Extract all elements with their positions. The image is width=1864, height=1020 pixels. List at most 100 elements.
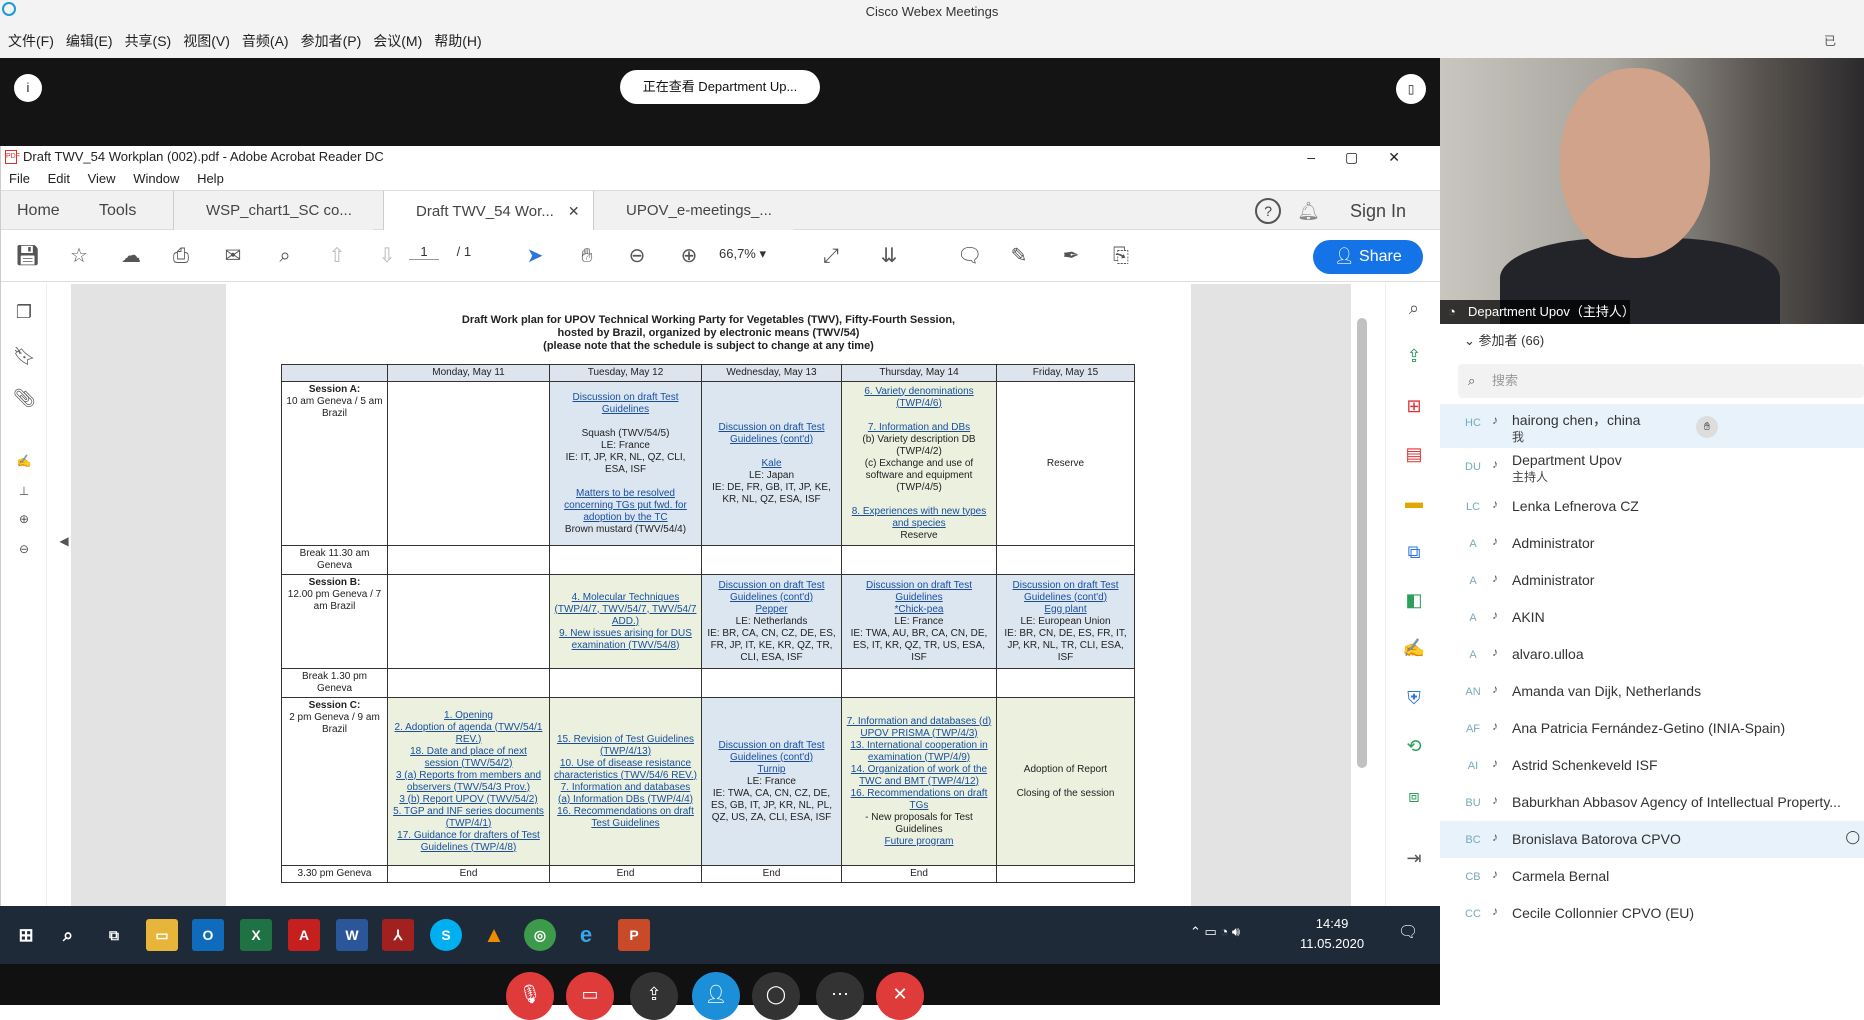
zoom-minus-icon[interactable]: ⊖ — [13, 542, 35, 556]
clock[interactable]: 14:49 11.05.2020 — [1300, 914, 1364, 954]
vlc-icon[interactable]: ▲ — [478, 919, 510, 951]
list-item[interactable]: AF ♪ Ana Patricia Fernández-Getino (INIA-S… — [1440, 710, 1864, 747]
fill-sign-icon[interactable]: ✍ — [1400, 634, 1428, 662]
participants-search[interactable]: ⌕ 搜索 — [1458, 364, 1864, 398]
acrobat-taskbar-icon[interactable]: A — [288, 919, 320, 951]
zoom-search-icon[interactable]: ⌕ — [273, 244, 297, 268]
viewing-indicator[interactable]: 正在查看 Department Up... — [620, 70, 820, 104]
list-item[interactable]: AN ♪ Amanda van Dijk, Netherlands — [1440, 673, 1864, 710]
print-icon[interactable]: ⎙ — [169, 244, 193, 268]
word-icon[interactable]: W — [336, 919, 368, 951]
participants-icon[interactable]: 👤︎ — [692, 972, 740, 1020]
list-item[interactable]: CB ♪ Carmela Bernal — [1440, 858, 1864, 895]
pages-icon[interactable]: ❐ — [13, 302, 35, 323]
page-up-icon[interactable]: ⇧ — [325, 244, 349, 268]
list-item[interactable]: A ♪ alvaro.ulloa — [1440, 636, 1864, 673]
info-icon[interactable]: i — [14, 74, 42, 102]
ie-icon[interactable]: e — [570, 919, 602, 951]
list-item[interactable]: BC ♪ Bronislava Batorova CPVO ◯ — [1440, 821, 1864, 858]
comment-icon[interactable]: 🗨︎ — [957, 244, 982, 268]
acro-menu-file[interactable]: File — [9, 171, 30, 186]
list-item[interactable]: LC ♪ Lenka Lefnerova CZ — [1440, 488, 1864, 525]
upload-icon[interactable]: ☁ — [119, 244, 143, 268]
bookmark-icon[interactable]: 🔖︎ — [13, 346, 36, 367]
create-pdf-icon[interactable]: ⊞ — [1400, 392, 1428, 420]
list-item[interactable]: CC ♪ Cecile Collonnier CPVO (EU) — [1440, 895, 1864, 932]
compress-icon[interactable]: ◧ — [1400, 586, 1428, 614]
tray-icons[interactable]: ⌃ ▭ ◔ 🔊︎ — [1190, 924, 1240, 940]
print-production-icon[interactable]: ⧈ — [1400, 782, 1428, 810]
select-cursor-icon[interactable]: ➤ — [523, 244, 547, 268]
document-viewport[interactable]: Draft Work plan for UPOV Technical Worki… — [71, 284, 1351, 906]
search-icon[interactable]: ⌕ — [52, 919, 84, 951]
bell-icon[interactable]: 🔔︎ — [1297, 201, 1320, 222]
chevron-down-icon[interactable]: ⌄ — [1464, 333, 1479, 348]
list-item[interactable]: DU ♪ Department Upov 主持人 — [1440, 448, 1864, 488]
menu-share[interactable]: 共享(S) — [125, 31, 172, 51]
comment-tool-icon[interactable]: ▬ — [1400, 488, 1428, 516]
acro-menu-window[interactable]: Window — [133, 171, 179, 186]
share-content-icon[interactable]: ⇪ — [630, 972, 678, 1020]
window-controls[interactable]: –▢✕ — [1307, 146, 1430, 168]
file-explorer-icon[interactable]: ▭ — [146, 919, 178, 951]
page-down-icon[interactable]: ⇩ — [375, 244, 399, 268]
video-tile[interactable]: ◔ Department Upov（主持人） — [1440, 58, 1864, 324]
zoom-select[interactable]: 66,7% ▾ — [719, 246, 766, 262]
zoom-plus-icon[interactable]: ⊕ — [13, 512, 35, 526]
task-view-icon[interactable]: ⧉ — [98, 919, 130, 951]
raise-hand-icon[interactable]: ✋︎ — [1696, 416, 1718, 438]
more-options-icon[interactable]: ⋯ — [816, 972, 864, 1020]
save-icon[interactable]: 💾︎ — [15, 244, 40, 268]
chat-icon[interactable]: ◯ — [752, 972, 800, 1020]
page-current-input[interactable]: 1 — [409, 244, 439, 260]
stamp-icon[interactable]: ⎘ — [1109, 244, 1133, 268]
excel-icon[interactable]: X — [240, 919, 272, 951]
menu-help[interactable]: 帮助(H) — [434, 31, 481, 51]
export-pdf-icon[interactable]: ⇪ — [1400, 342, 1428, 370]
zoom-in-icon[interactable]: ⊕ — [677, 244, 701, 268]
list-item[interactable]: BU ♪ Baburkhan Abbasov Agency of Intellect… — [1440, 784, 1864, 821]
share-button[interactable]: 👤︎ Share — [1313, 240, 1423, 274]
star-icon[interactable]: ☆ — [67, 244, 91, 268]
list-item[interactable]: A ♪ AKIN — [1440, 599, 1864, 636]
hand-tool-icon[interactable]: ✋︎ — [575, 244, 599, 268]
list-item[interactable]: HC ♪ hairong chen，china 我 ✋︎ — [1440, 404, 1864, 448]
chat-bubble-icon[interactable]: ◯ — [1845, 829, 1860, 845]
help-icon[interactable]: ? — [1255, 198, 1282, 224]
participants-header[interactable]: ⌄ 参加者 (66) — [1440, 324, 1864, 358]
scrollbar-thumb[interactable] — [1357, 318, 1367, 768]
tab-doc-draft[interactable]: Draft TWV_54 Wor... ✕ — [383, 191, 593, 231]
pdf-reader-icon[interactable]: ⅄ — [382, 919, 414, 951]
mail-icon[interactable]: ✉ — [221, 244, 245, 268]
list-item[interactable]: A ♪ Administrator — [1440, 525, 1864, 562]
stamp-small-icon[interactable]: ⊥ — [13, 484, 35, 498]
leave-meeting-icon[interactable]: ✕ — [876, 972, 924, 1020]
sign-in-button[interactable]: Sign In — [1350, 201, 1406, 222]
menu-view[interactable]: 视图(V) — [183, 31, 230, 51]
acro-menu-edit[interactable]: Edit — [48, 171, 70, 186]
menu-edit[interactable]: 编辑(E) — [66, 31, 113, 51]
acro-menu-view[interactable]: View — [88, 171, 116, 186]
skype-icon[interactable]: S — [430, 919, 462, 951]
tab-home[interactable]: Home — [17, 191, 60, 231]
list-item[interactable]: A ♪ Administrator — [1440, 562, 1864, 599]
menu-file[interactable]: 文件(F) — [8, 31, 54, 51]
vertical-scrollbar[interactable] — [1355, 294, 1369, 894]
chrome-icon[interactable]: ◎ — [524, 919, 556, 951]
outlook-icon[interactable]: O — [192, 919, 224, 951]
notifications-icon[interactable]: 🗨︎ — [1398, 922, 1418, 942]
mute-mic-icon[interactable]: 🎙︎ — [506, 972, 554, 1020]
tab-doc-upov[interactable]: UPOV_e-meetings_... — [593, 191, 793, 231]
layout-toggle-icon[interactable]: ▯ — [1396, 74, 1426, 104]
highlight-pen-icon[interactable]: ✎ — [1007, 244, 1031, 268]
sign-pen-icon[interactable]: ✒ — [1059, 244, 1083, 268]
menu-participants[interactable]: 参加者(P) — [301, 31, 362, 51]
list-item[interactable]: AI ♪ Astrid Schenkeveld ISF — [1440, 747, 1864, 784]
combine-files-icon[interactable]: ⧉ — [1400, 538, 1428, 566]
scroll-mode-icon[interactable]: ⇊ — [877, 244, 901, 268]
attachment-icon[interactable]: 📎︎ — [13, 388, 36, 409]
stop-video-icon[interactable]: ▭ — [566, 972, 614, 1020]
start-icon[interactable]: ⊞ — [10, 919, 42, 951]
protect-icon[interactable]: ⛨ — [1400, 684, 1428, 712]
zoom-out-icon[interactable]: ⊖ — [625, 244, 649, 268]
